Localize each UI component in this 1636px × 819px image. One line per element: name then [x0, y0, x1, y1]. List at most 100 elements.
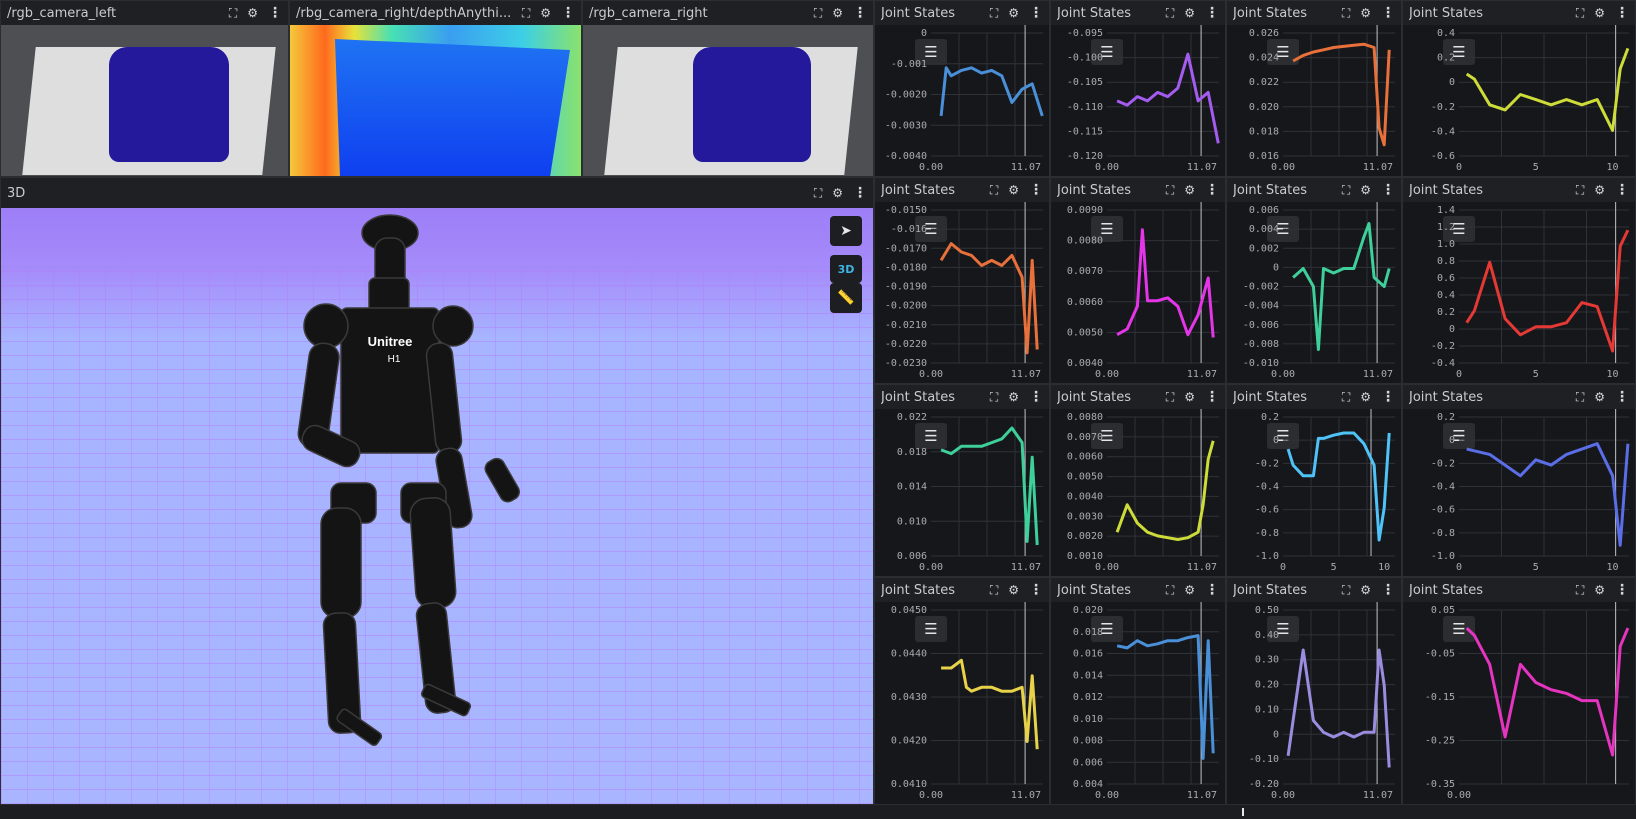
- y-tick-label: 0.004: [1073, 779, 1103, 790]
- y-tick-label: -0.110: [1067, 102, 1103, 113]
- robot-model[interactable]: Unitree H1: [1, 178, 874, 805]
- kebab-menu-icon[interactable]: ⋮: [1029, 6, 1043, 20]
- kebab-menu-icon[interactable]: ⋮: [268, 6, 282, 20]
- kebab-menu-icon[interactable]: ⋮: [1615, 6, 1629, 20]
- maximize-icon[interactable]: ⛶: [1576, 584, 1584, 596]
- maximize-icon[interactable]: ⛶: [1166, 584, 1174, 596]
- maximize-icon[interactable]: ⛶: [814, 7, 822, 19]
- y-tick-label: 1.0: [1437, 239, 1455, 250]
- joint-states-chart[interactable]: 0.020 0.018 0.016 0.014 0.012 0.010 0.008 0.006…: [1051, 602, 1225, 804]
- kebab-menu-icon[interactable]: ⋮: [1615, 183, 1629, 197]
- timeline-cursor[interactable]: [1242, 808, 1244, 816]
- kebab-menu-icon[interactable]: ⋮: [1029, 390, 1043, 404]
- maximize-icon[interactable]: ⛶: [990, 7, 998, 19]
- gear-icon[interactable]: ⚙: [1184, 584, 1195, 596]
- kebab-menu-icon[interactable]: ⋮: [1029, 583, 1043, 597]
- gear-icon[interactable]: ⚙: [832, 7, 843, 19]
- panel-header: Joint States ⛶ ⚙ ⋮: [875, 385, 1049, 409]
- joint-states-chart[interactable]: 0.40.20-0.2-0.4-0.60 5 10: [1403, 25, 1635, 176]
- y-tick-label: -0.4: [1431, 482, 1455, 493]
- kebab-menu-icon[interactable]: ⋮: [1381, 183, 1395, 197]
- maximize-icon[interactable]: ⛶: [1576, 391, 1584, 403]
- gear-icon[interactable]: ⚙: [1594, 7, 1605, 19]
- maximize-icon[interactable]: ⛶: [1342, 391, 1350, 403]
- joint-states-chart[interactable]: 0.0090 0.0080 0.0070 0.0060 0.0050 0.00400.00…: [1051, 202, 1225, 383]
- joint-states-chart[interactable]: 0 -0.001 -0.0020 -0.0030 -0.00400.00 11.07: [875, 25, 1049, 176]
- y-tick-label: -0.2: [1431, 102, 1455, 113]
- kebab-menu-icon[interactable]: ⋮: [1205, 583, 1219, 597]
- kebab-menu-icon[interactable]: ⋮: [1205, 6, 1219, 20]
- gear-icon[interactable]: ⚙: [1184, 391, 1195, 403]
- joint-states-chart[interactable]: -0.0150 -0.016 -0.0170 -0.0180 -0.0190 -0.020…: [875, 202, 1049, 383]
- joint-states-chart[interactable]: 0.022 0.018 0.014 0.010 0.0060.00 11.07: [875, 409, 1049, 576]
- gear-icon[interactable]: ⚙: [1594, 184, 1605, 196]
- maximize-icon[interactable]: ⛶: [990, 184, 998, 196]
- maximize-icon[interactable]: ⛶: [229, 7, 237, 19]
- gear-icon[interactable]: ⚙: [1008, 584, 1019, 596]
- gear-icon[interactable]: ⚙: [1184, 7, 1195, 19]
- panel-header: Joint States ⛶ ⚙ ⋮: [1227, 178, 1401, 202]
- joint-states-chart[interactable]: -0.095 -0.100 -0.105 -0.110 -0.115 -0.1200.00…: [1051, 25, 1225, 176]
- joint-states-chart[interactable]: 0.0080 0.0070 0.0060 0.0050 0.0040 0.0030 0.00…: [1051, 409, 1225, 576]
- joint-states-chart[interactable]: 0.20-0.2-0.4-0.6-0.8-1.00 5 10: [1227, 409, 1401, 576]
- y-tick-label: 0.018: [1073, 627, 1103, 638]
- gear-icon[interactable]: ⚙: [247, 7, 258, 19]
- gear-icon[interactable]: ⚙: [1008, 184, 1019, 196]
- maximize-icon[interactable]: ⛶: [522, 7, 530, 19]
- panel-header: Joint States ⛶ ⚙ ⋮: [875, 578, 1049, 602]
- x-tick-label: 5: [1533, 162, 1539, 173]
- y-tick-label: -0.0190: [885, 282, 927, 293]
- joint-states-chart[interactable]: 0.50 0.40 0.30 0.20 0.10 0 -0.10 -0.200.00 11.07: [1227, 602, 1401, 804]
- y-tick-label: -0.4: [1255, 482, 1279, 493]
- maximize-icon[interactable]: ⛶: [990, 584, 998, 596]
- kebab-menu-icon[interactable]: ⋮: [853, 6, 867, 20]
- kebab-menu-icon[interactable]: ⋮: [1615, 390, 1629, 404]
- kebab-menu-icon[interactable]: ⋮: [1381, 390, 1395, 404]
- gear-icon[interactable]: ⚙: [1360, 391, 1371, 403]
- gear-icon[interactable]: ⚙: [1360, 184, 1371, 196]
- maximize-icon[interactable]: ⛶: [1166, 184, 1174, 196]
- gear-icon[interactable]: ⚙: [1594, 584, 1605, 596]
- maximize-icon[interactable]: ⛶: [1576, 184, 1584, 196]
- maximize-icon[interactable]: ⛶: [1166, 7, 1174, 19]
- toggle-3d-button[interactable]: 3D: [830, 255, 862, 283]
- gear-icon[interactable]: ⚙: [1008, 7, 1019, 19]
- x-tick-label: 11.07: [1187, 369, 1217, 380]
- gear-icon[interactable]: ⚙: [1360, 7, 1371, 19]
- y-tick-label: 0.006: [1073, 757, 1103, 768]
- gear-icon[interactable]: ⚙: [1184, 184, 1195, 196]
- joint-states-chart[interactable]: 1.41.21.00.80.60.40.20-0.2-0.40 5 10: [1403, 202, 1635, 383]
- maximize-icon[interactable]: ⛶: [1342, 584, 1350, 596]
- kebab-menu-icon[interactable]: ⋮: [1381, 583, 1395, 597]
- joint-states-chart[interactable]: 0.006 0.004 0.002 0 -0.002 -0.004 -0.006 -0.008…: [1227, 202, 1401, 383]
- maximize-icon[interactable]: ⛶: [1342, 7, 1350, 19]
- kebab-menu-icon[interactable]: ⋮: [1029, 183, 1043, 197]
- maximize-icon[interactable]: ⛶: [990, 391, 998, 403]
- joint-states-chart[interactable]: 0.0450 0.0440 0.0430 0.0420 0.04100.00 11.07: [875, 602, 1049, 804]
- kebab-menu-icon[interactable]: ⋮: [1205, 183, 1219, 197]
- maximize-icon[interactable]: ⛶: [1576, 7, 1584, 19]
- plot-title: Joint States: [881, 582, 956, 598]
- joint-states-chart[interactable]: 0.20-0.2-0.4-0.6-0.8-1.00 5 10: [1403, 409, 1635, 576]
- x-tick-label: 0.00: [919, 369, 943, 380]
- gear-icon[interactable]: ⚙: [1594, 391, 1605, 403]
- select-tool-button[interactable]: ➤: [830, 216, 862, 246]
- y-tick-label: 0.0080: [1067, 236, 1103, 247]
- maximize-icon[interactable]: ⛶: [1342, 184, 1350, 196]
- robot-model-label: H1: [388, 354, 401, 365]
- y-tick-label: -0.008: [1243, 339, 1279, 350]
- maximize-icon[interactable]: ⛶: [1166, 391, 1174, 403]
- x-tick-label: 0.00: [1095, 369, 1119, 380]
- measure-tool-button[interactable]: 📏: [830, 283, 862, 313]
- gear-icon[interactable]: ⚙: [1008, 391, 1019, 403]
- kebab-menu-icon[interactable]: ⋮: [1615, 583, 1629, 597]
- joint-states-plot-panel: Joint States ⛶ ⚙ ⋮ ☰ 0.006 0.004 0.002 0 -0.002 -0…: [1226, 177, 1402, 384]
- joint-states-chart[interactable]: 0.026 0.024 0.022 0.020 0.018 0.0160.00 11.07: [1227, 25, 1401, 176]
- kebab-menu-icon[interactable]: ⋮: [561, 6, 575, 20]
- kebab-menu-icon[interactable]: ⋮: [1381, 6, 1395, 20]
- series-line: [941, 658, 1039, 750]
- gear-icon[interactable]: ⚙: [1360, 584, 1371, 596]
- gear-icon[interactable]: ⚙: [540, 7, 551, 19]
- kebab-menu-icon[interactable]: ⋮: [1205, 390, 1219, 404]
- joint-states-chart[interactable]: 0.05 -0.05 -0.15 -0.25 -0.350.00: [1403, 602, 1635, 804]
